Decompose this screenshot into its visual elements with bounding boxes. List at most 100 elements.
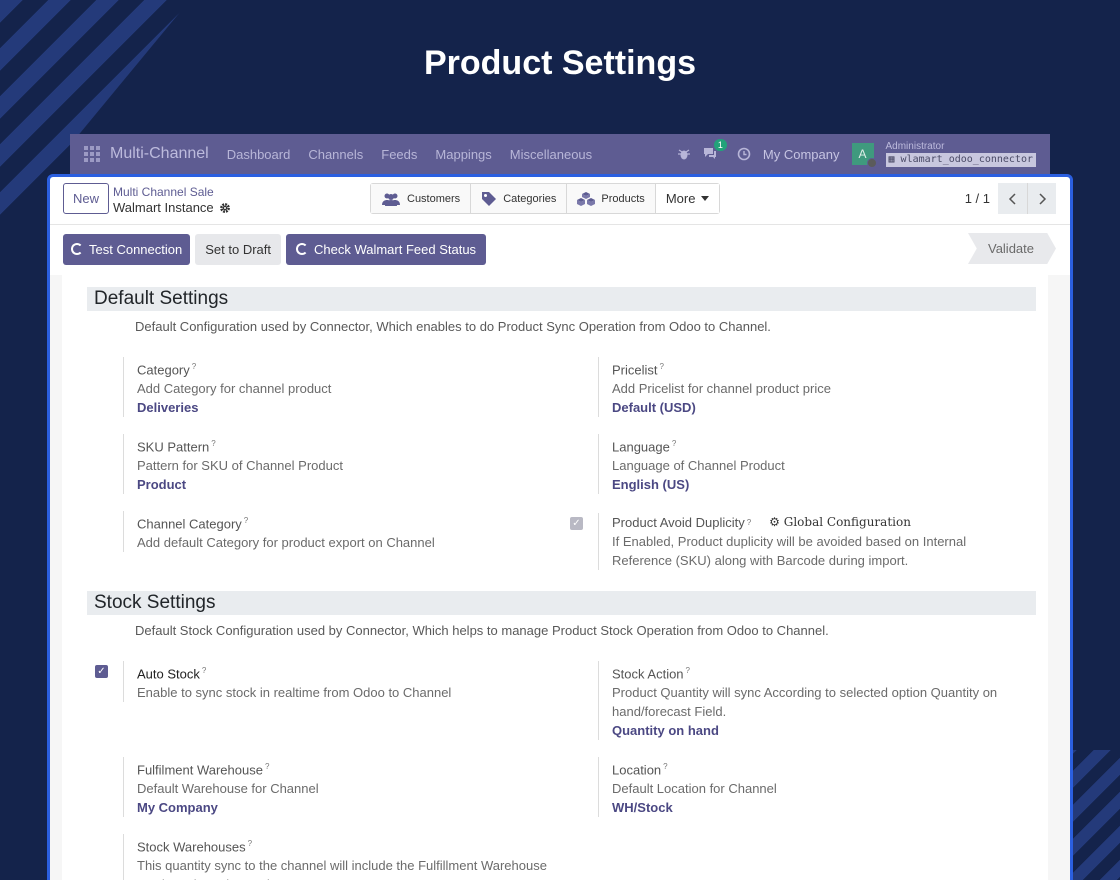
help-tooltip-icon[interactable]: ?: [248, 839, 252, 848]
menu-feeds[interactable]: Feeds: [381, 147, 417, 162]
menu-miscellaneous[interactable]: Miscellaneous: [510, 147, 592, 162]
setting-sku-pattern: SKU Pattern? Pattern for SKU of Channel …: [123, 434, 563, 495]
avoid-duplicity-help: If Enabled, Product duplicity will be av…: [612, 534, 967, 568]
help-tooltip-icon[interactable]: ?: [660, 362, 664, 371]
help-tooltip-icon[interactable]: ?: [747, 513, 751, 532]
gear-icon[interactable]: [219, 202, 231, 214]
language-field[interactable]: English (US): [612, 475, 1038, 494]
menu-channels[interactable]: Channels: [308, 147, 363, 162]
setting-stock-warehouses: Stock Warehouses? This quantity sync to …: [123, 834, 553, 880]
stock-warehouses-label: Stock Warehouses: [137, 839, 246, 855]
menu-dashboard[interactable]: Dashboard: [227, 147, 291, 162]
categories-label: Categories: [503, 192, 557, 205]
location-help: Default Location for Channel: [612, 781, 777, 797]
database-label: wlamart_odoo_connector: [900, 154, 1033, 165]
test-connection-label: Test Connection: [89, 241, 183, 257]
help-tooltip-icon[interactable]: ?: [202, 666, 206, 675]
help-tooltip-icon[interactable]: ?: [265, 762, 269, 771]
setting-pricelist: Pricelist? Add Pricelist for channel pro…: [598, 357, 1038, 418]
location-field[interactable]: WH/Stock: [612, 798, 1038, 817]
auto-stock-help: Enable to sync stock in realtime from Od…: [137, 685, 452, 701]
more-dropdown[interactable]: More: [655, 184, 720, 213]
stock-warehouses-help: This quantity sync to the channel will i…: [137, 858, 547, 880]
language-label: Language: [612, 439, 670, 455]
category-field[interactable]: Deliveries: [137, 398, 563, 417]
messages-button[interactable]: 1: [703, 138, 727, 163]
stock-action-field[interactable]: Quantity on hand: [612, 721, 1018, 740]
pricelist-field[interactable]: Default (USD): [612, 398, 1038, 417]
users-icon: [382, 193, 400, 206]
sku-pattern-label: SKU Pattern: [137, 439, 210, 455]
categories-smart-button[interactable]: Categories: [471, 184, 568, 213]
category-help: Add Category for channel product: [137, 381, 332, 397]
cubes-icon: [577, 191, 596, 206]
auto-stock-checkbox[interactable]: ✓: [95, 665, 108, 678]
setting-auto-stock: ✓ Auto Stock? Enable to sync stock in re…: [95, 661, 563, 703]
global-configuration-link[interactable]: ⚙ Global Configuration: [769, 513, 911, 532]
stock-settings-title: Stock Settings: [87, 591, 1036, 615]
clock-icon[interactable]: [737, 147, 751, 161]
form-window: New Multi Channel Sale Walmart Instance: [47, 174, 1073, 880]
setting-language: Language? Language of Channel Product En…: [598, 434, 1038, 495]
check-feed-status-button[interactable]: Check Walmart Feed Status: [285, 233, 487, 265]
channel-category-label: Channel Category: [137, 516, 242, 532]
pager: 1 / 1: [965, 183, 1056, 214]
control-panel: New Multi Channel Sale Walmart Instance: [50, 177, 1070, 225]
products-smart-button[interactable]: Products: [567, 184, 656, 213]
pager-previous-button[interactable]: [998, 183, 1027, 214]
breadcrumb-parent[interactable]: Multi Channel Sale: [113, 184, 231, 200]
customers-smart-button[interactable]: Customers: [371, 184, 472, 213]
help-tooltip-icon[interactable]: ?: [244, 516, 248, 525]
chevron-left-icon: [1008, 192, 1016, 205]
app-brand[interactable]: Multi-Channel: [110, 145, 209, 163]
global-config-label: Global Configuration: [783, 515, 911, 529]
channel-category-help: Add default Category for product export …: [137, 535, 435, 551]
stock-action-help: Product Quantity will sync According to …: [612, 685, 998, 720]
customers-label: Customers: [407, 192, 461, 205]
help-tooltip-icon[interactable]: ?: [211, 439, 215, 448]
more-label: More: [665, 191, 696, 206]
set-to-draft-button[interactable]: Set to Draft: [195, 233, 281, 265]
main-menu: Dashboard Channels Feeds Mappings Miscel…: [227, 147, 592, 162]
new-button[interactable]: New: [63, 183, 110, 214]
record-name: Walmart Instance: [113, 200, 214, 215]
sku-pattern-field[interactable]: Product: [137, 475, 563, 494]
company-switcher[interactable]: My Company: [763, 147, 840, 162]
auto-stock-label: Auto Stock: [137, 666, 200, 682]
avoid-duplicity-label: Product Avoid Duplicity: [612, 515, 745, 530]
stock-action-label: Stock Action: [612, 666, 684, 682]
user-menu[interactable]: Administrator ▦ wlamart_odoo_connector: [885, 141, 1036, 167]
sku-pattern-help: Pattern for SKU of Channel Product: [137, 458, 343, 474]
setting-channel-category: Channel Category? Add default Category f…: [123, 511, 563, 553]
pager-next-button[interactable]: [1027, 183, 1056, 214]
breadcrumb: Multi Channel Sale Walmart Instance: [113, 184, 231, 216]
pricelist-label: Pricelist: [612, 362, 658, 378]
help-tooltip-icon[interactable]: ?: [663, 762, 667, 771]
stock-settings-description: Default Stock Configuration used by Conn…: [135, 623, 829, 638]
fulfilment-warehouse-label: Fulfilment Warehouse: [137, 762, 263, 778]
default-settings-title: Default Settings: [87, 287, 1036, 311]
setting-fulfilment-warehouse: Fulfilment Warehouse? Default Warehouse …: [123, 757, 563, 818]
tags-icon: [482, 191, 497, 206]
bug-icon[interactable]: [677, 147, 691, 161]
avoid-duplicity-checkbox[interactable]: ✓: [570, 517, 583, 530]
help-tooltip-icon[interactable]: ?: [686, 666, 690, 675]
check-feed-label: Check Walmart Feed Status: [313, 241, 477, 257]
products-label: Products: [601, 192, 645, 205]
chevron-right-icon: [1039, 192, 1047, 205]
setting-category: Category? Add Category for channel produ…: [123, 357, 563, 418]
default-settings-description: Default Configuration used by Connector,…: [135, 319, 771, 334]
help-tooltip-icon[interactable]: ?: [672, 439, 676, 448]
form-sheet-background: Default Settings Default Configuration u…: [50, 275, 1070, 880]
pager-value[interactable]: 1 / 1: [965, 191, 990, 206]
help-tooltip-icon[interactable]: ?: [192, 362, 196, 371]
caret-down-icon: [701, 196, 710, 201]
breadcrumb-current: Walmart Instance: [113, 200, 231, 216]
apps-grid-icon[interactable]: [84, 146, 100, 162]
test-connection-button[interactable]: Test Connection: [63, 233, 191, 265]
refresh-icon: [71, 243, 83, 255]
avatar[interactable]: A: [851, 143, 877, 168]
menu-mappings[interactable]: Mappings: [435, 147, 491, 162]
stage-validate[interactable]: Validate: [967, 233, 1056, 264]
fulfilment-warehouse-field[interactable]: My Company: [137, 798, 563, 817]
